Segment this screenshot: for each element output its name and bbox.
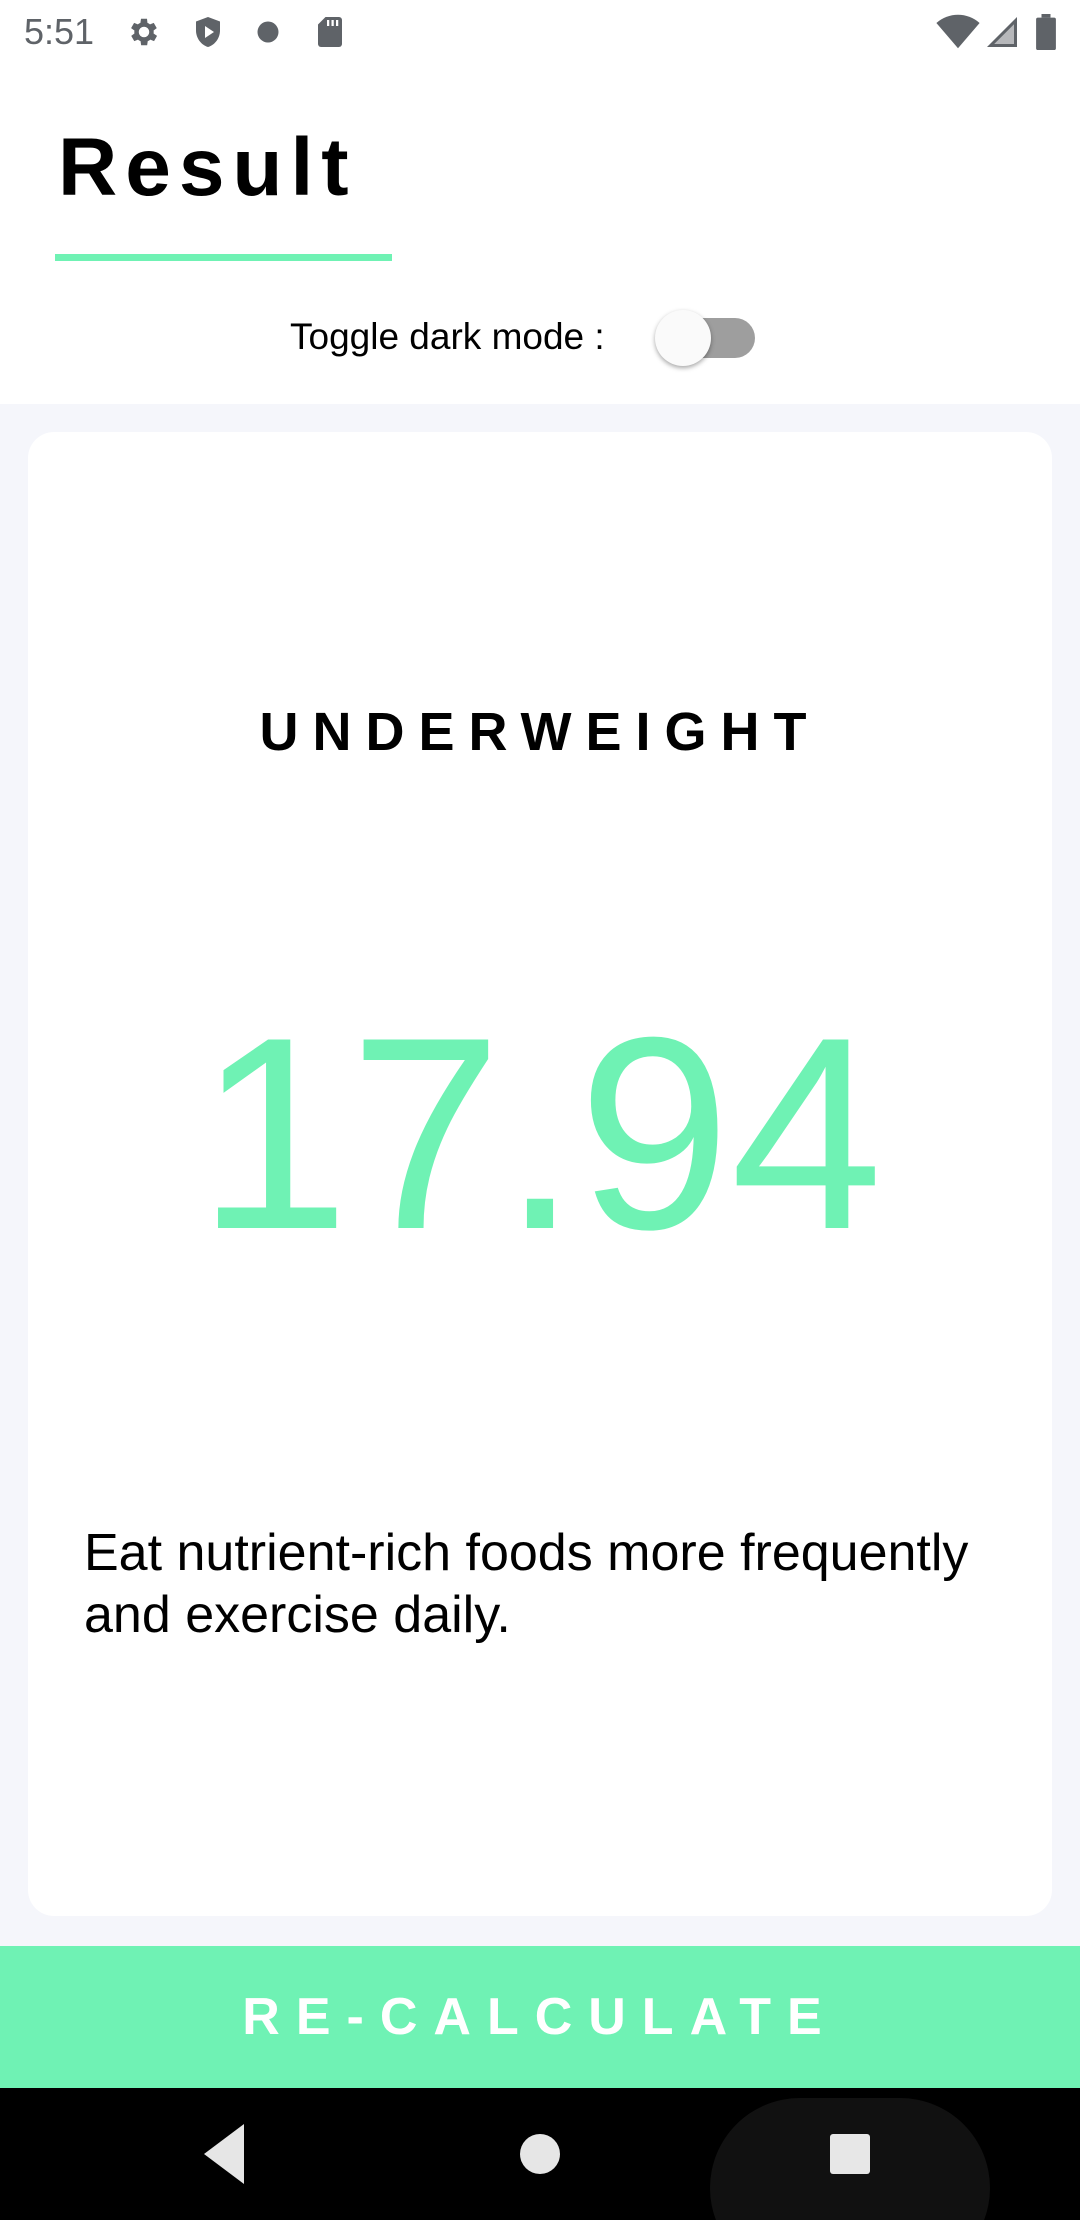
settings-icon <box>126 14 162 50</box>
recalculate-button[interactable]: RE-CALCULATE <box>0 1946 1080 2088</box>
home-icon[interactable] <box>510 2088 570 2220</box>
battery-icon <box>1034 14 1058 51</box>
recalculate-label: RE-CALCULATE <box>242 1988 838 2046</box>
advice-text: Eat nutrient-rich foods more frequently … <box>84 1524 969 1644</box>
toggle-thumb[interactable] <box>655 310 711 366</box>
sd-card-icon <box>312 14 348 50</box>
recents-icon[interactable] <box>820 2088 880 2220</box>
status-bar: 5:51 <box>0 0 1080 64</box>
bmi-value: 17.94 <box>197 981 883 1287</box>
cellular-signal-icon <box>984 14 1020 50</box>
record-dot-icon <box>250 14 286 50</box>
page-title: Result <box>58 122 357 213</box>
navigation-bar <box>0 2088 1080 2220</box>
result-card: UNDERWEIGHT 17.94 Eat nutrient-rich food… <box>28 432 1052 1916</box>
bmi-result-screen: 5:51 Result Toggle dark mode: UNDERWEIG… <box>0 0 1080 2220</box>
shield-icon <box>190 14 226 50</box>
back-icon[interactable] <box>196 2088 260 2220</box>
status-time: 5:51 <box>24 11 95 52</box>
wifi-icon <box>936 14 980 50</box>
dark-mode-label: Toggle dark mode : <box>290 316 605 357</box>
title-underline <box>55 254 392 261</box>
bmi-category: UNDERWEIGHT <box>259 702 821 762</box>
